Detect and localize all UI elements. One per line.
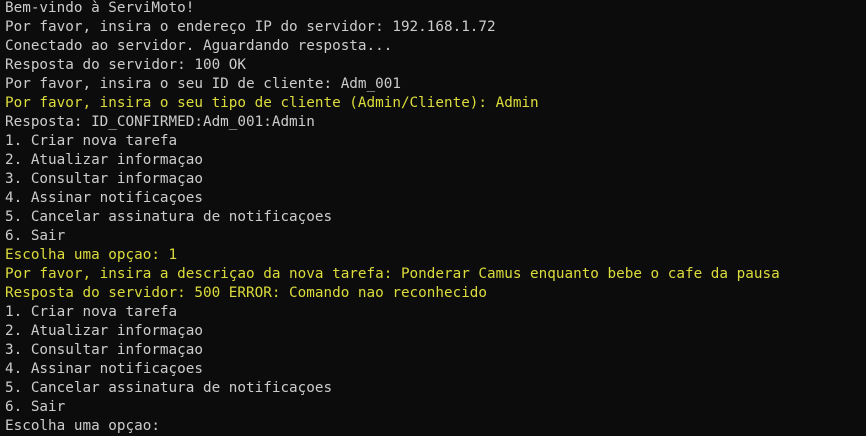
console-line-choice-prompt[interactable]: Escolha uma opçao: — [5, 417, 866, 436]
menu-option-query-info: 3. Consultar informaçao — [5, 171, 203, 187]
console-line-choice: Escolha uma opçao: 1 — [5, 247, 178, 263]
console-line-server-response: Resposta do servidor: 100 OK — [5, 57, 247, 73]
console-line-id-confirmed: Resposta: ID_CONFIRMED:Adm_001:Admin — [5, 114, 315, 130]
console-line-client-type-prompt: Por favor, insira o seu tipo de cliente … — [5, 95, 539, 111]
console-output[interactable]: Bem-vindo à ServiMoto! Por favor, insira… — [0, 0, 866, 435]
menu-option-unsubscribe: 5. Cancelar assinatura de notificaçoes — [5, 209, 333, 225]
menu-option-update-info: 2. Atualizar informaçao — [5, 323, 203, 339]
menu-option-subscribe: 4. Assinar notificaçoes — [5, 361, 203, 377]
console-line-welcome: Bem-vindo à ServiMoto! — [5, 0, 195, 16]
menu-option-create-task: 1. Criar nova tarefa — [5, 133, 178, 149]
console-line-ip-prompt: Por favor, insira o endereço IP do servi… — [5, 19, 496, 35]
menu-option-update-info: 2. Atualizar informaçao — [5, 152, 203, 168]
console-line-connected: Conectado ao servidor. Aguardando respos… — [5, 38, 393, 54]
menu-option-create-task: 1. Criar nova tarefa — [5, 304, 178, 320]
console-line-client-id-prompt: Por favor, insira o seu ID de cliente: A… — [5, 76, 401, 92]
menu-option-unsubscribe: 5. Cancelar assinatura de notificaçoes — [5, 380, 333, 396]
menu-option-exit: 6. Sair — [5, 228, 66, 244]
menu-option-query-info: 3. Consultar informaçao — [5, 342, 203, 358]
menu-option-subscribe: 4. Assinar notificaçoes — [5, 190, 203, 206]
console-line-task-description: Por favor, insira a descriçao da nova ta… — [5, 266, 780, 282]
menu-option-exit: 6. Sair — [5, 399, 66, 415]
console-line-error-response: Resposta do servidor: 500 ERROR: Comando… — [5, 285, 488, 301]
